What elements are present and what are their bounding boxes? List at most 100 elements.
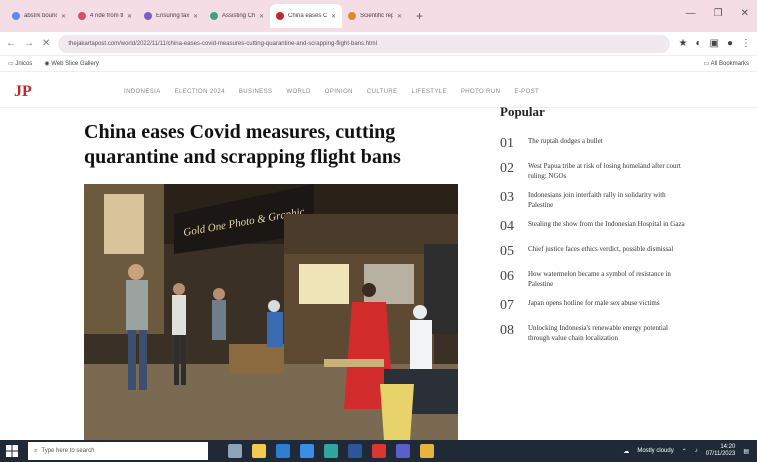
browser-tab[interactable]: Scientific reports ✕: [342, 4, 408, 28]
browser-tab[interactable]: Ensuring tax sy ✕: [138, 4, 204, 28]
task-view-icon[interactable]: [228, 444, 242, 458]
article-photo: Gold One Photo & Graphic: [84, 184, 458, 440]
tab-label: abstrk bounce ac: [24, 13, 57, 19]
popular-item-title[interactable]: Chief justice faces ethics verdict, poss…: [528, 244, 688, 260]
new-tab-button[interactable]: +: [408, 9, 431, 23]
close-window-icon[interactable]: ✕: [741, 8, 749, 19]
windows-logo-icon: [6, 445, 18, 457]
store-icon[interactable]: [276, 444, 290, 458]
popular-item[interactable]: 06 How watermelon became a symbol of res…: [500, 269, 700, 289]
browser-tab-active[interactable]: China eases Covid ✕: [270, 4, 342, 28]
popular-item[interactable]: 03 Indonesians join interfaith rally in …: [500, 190, 700, 210]
popular-list: 01 The ruptah dodges a bullet 02 West Pa…: [500, 136, 700, 352]
favicon-icon: [210, 12, 218, 20]
tab-label: 4 ride from the ey: [90, 13, 123, 19]
popular-item[interactable]: 08 Unlocking Indonesia's renewable energ…: [500, 323, 700, 343]
tab-label: Assisting Chini: [222, 13, 255, 19]
sidebar-icon[interactable]: ▣: [710, 38, 719, 49]
taskbar-apps: [228, 444, 434, 458]
weather-icon[interactable]: ☁: [623, 448, 629, 455]
nav-item[interactable]: ELECTION 2024: [175, 89, 225, 95]
nav-item[interactable]: E-POST: [514, 89, 539, 95]
popular-item-title[interactable]: Indonesians join interfaith rally in sol…: [528, 190, 688, 210]
word-icon[interactable]: [348, 444, 362, 458]
popular-item-number: 07: [500, 298, 514, 313]
mail-icon[interactable]: [300, 444, 314, 458]
address-bar-row: ← → ✕ thejakartapost.com/world/2022/11/1…: [0, 32, 757, 56]
popular-item[interactable]: 02 West Papua tribe at risk of losing ho…: [500, 161, 700, 181]
close-tab-icon[interactable]: ✕: [259, 13, 264, 20]
clock[interactable]: 14:20 07/11/2023: [706, 444, 736, 458]
nav-item[interactable]: WORLD: [286, 89, 310, 95]
tab-label: China eases Covid: [288, 13, 327, 19]
popular-item[interactable]: 01 The ruptah dodges a bullet: [500, 136, 700, 152]
acrobat-icon[interactable]: [372, 444, 386, 458]
taskbar-search-input[interactable]: ⌕ Type here to search: [28, 442, 208, 460]
search-placeholder: Type here to search: [41, 448, 95, 454]
favicon-icon: [78, 12, 86, 20]
popular-item-title[interactable]: Japan opens hotline for male sex abuse v…: [528, 298, 688, 314]
close-load-icon[interactable]: ✕: [42, 38, 50, 49]
popular-item-title[interactable]: The ruptah dodges a bullet: [528, 136, 688, 152]
browser-tab[interactable]: Assisting Chini ✕: [204, 4, 270, 28]
teams-icon[interactable]: [396, 444, 410, 458]
browser-tab[interactable]: 4 ride from the ey ✕: [72, 4, 138, 28]
popular-item-title[interactable]: Unlocking Indonesia's renewable energy p…: [528, 323, 688, 343]
search-icon: ⌕: [34, 447, 38, 454]
minimize-icon[interactable]: —: [686, 8, 696, 19]
wifi-icon[interactable]: ⌃: [682, 448, 687, 455]
all-bookmarks-button[interactable]: ▭ All Bookmarks: [704, 60, 749, 67]
back-icon[interactable]: ←: [6, 38, 16, 49]
popular-item[interactable]: 05 Chief justice faces ethics verdict, p…: [500, 244, 700, 260]
site-header: JP INDONESIA ELECTION 2024 BUSINESS WORL…: [0, 76, 757, 108]
tab-label: Ensuring tax sy: [156, 13, 189, 19]
url-text: thejakartapost.com/world/2022/11/11/chin…: [68, 40, 377, 47]
site-logo[interactable]: JP: [14, 83, 104, 101]
nav-item[interactable]: CULTURE: [367, 89, 398, 95]
nav-item[interactable]: LIFESTYLE: [412, 89, 447, 95]
edge-icon[interactable]: [324, 444, 338, 458]
browser-tab[interactable]: abstrk bounce ac ✕: [6, 4, 72, 28]
close-tab-icon[interactable]: ✕: [127, 13, 132, 20]
bookmark-item[interactable]: ◉ Web Slice Gallery: [44, 60, 98, 67]
nav-item[interactable]: INDONESIA: [124, 89, 161, 95]
start-button[interactable]: [0, 440, 24, 462]
forward-icon[interactable]: →: [24, 38, 34, 49]
notification-icon[interactable]: ▤: [743, 448, 749, 455]
clock-time: 14:20: [720, 444, 736, 450]
maximize-icon[interactable]: ❐: [714, 8, 723, 19]
url-input[interactable]: thejakartapost.com/world/2022/11/11/chin…: [58, 34, 671, 53]
extension-icon[interactable]: ◐: [695, 38, 701, 49]
volume-icon[interactable]: ♪: [695, 448, 698, 454]
bookmark-item[interactable]: ▭ Jnicos: [8, 60, 32, 67]
popular-item-number: 04: [500, 219, 514, 234]
close-tab-icon[interactable]: ✕: [397, 13, 402, 20]
profile-icon[interactable]: ●: [727, 38, 733, 49]
favicon-icon: [12, 12, 20, 20]
popular-item-number: 01: [500, 136, 514, 151]
popular-item-title[interactable]: Stealing the show from the Indonesian Ho…: [528, 219, 688, 235]
popular-item[interactable]: 07 Japan opens hotline for male sex abus…: [500, 298, 700, 314]
chrome-icon[interactable]: [420, 444, 434, 458]
close-tab-icon[interactable]: ✕: [331, 13, 336, 20]
popular-item-number: 05: [500, 244, 514, 259]
menu-icon[interactable]: ⋮: [741, 38, 751, 49]
close-tab-icon[interactable]: ✕: [193, 13, 198, 20]
bookmark-star-icon[interactable]: ★: [678, 38, 687, 49]
popular-item-title[interactable]: West Papua tribe at risk of losing homel…: [528, 161, 688, 181]
close-tab-icon[interactable]: ✕: [61, 13, 66, 20]
popular-title: Popular: [500, 104, 545, 119]
popular-item-title[interactable]: How watermelon became a symbol of resist…: [528, 269, 688, 289]
clock-date: 07/11/2023: [705, 451, 736, 457]
system-tray: ☁ Mostly cloudy ⌃ ♪ 14:20 07/11/2023 ▤: [623, 444, 757, 458]
nav-item[interactable]: BUSINESS: [239, 89, 273, 95]
bookmarks-bar: ▭ Jnicos ◉ Web Slice Gallery ▭ All Bookm…: [0, 56, 757, 72]
tab-label: Scientific reports: [360, 13, 393, 19]
favicon-icon: [348, 12, 356, 20]
popular-item[interactable]: 04 Stealing the show from the Indonesian…: [500, 219, 700, 235]
article-headline: China eases Covid measures, cutting quar…: [84, 121, 401, 168]
nav-item[interactable]: OPINION: [325, 89, 353, 95]
site-nav: INDONESIA ELECTION 2024 BUSINESS WORLD O…: [124, 89, 539, 95]
explorer-icon[interactable]: [252, 444, 266, 458]
nav-item[interactable]: PHOTO RUN: [461, 89, 501, 95]
